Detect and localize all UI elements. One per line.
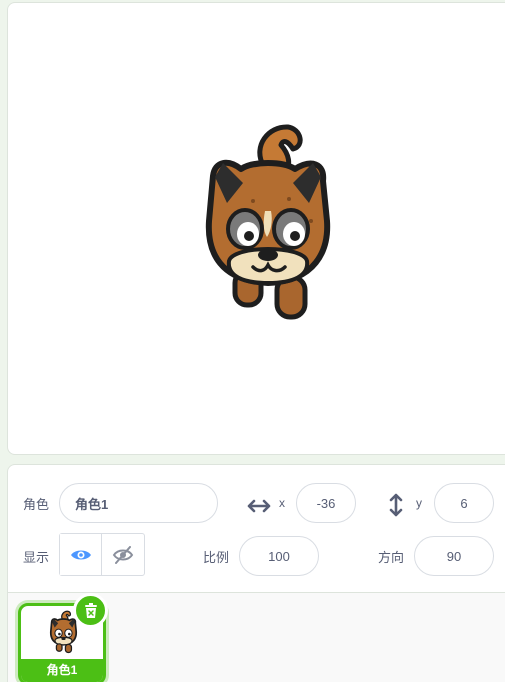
horizontal-arrows-icon [247, 499, 271, 513]
y-label: y [416, 496, 422, 510]
eye-icon [70, 550, 91, 559]
stage[interactable] [7, 2, 505, 455]
size-input[interactable] [239, 536, 319, 576]
show-label: 显示 [23, 550, 50, 565]
sprite-info-panel: 角色 x y 显示 [7, 464, 505, 682]
sprite-thumbnail-label: 角色1 [21, 659, 103, 682]
direction-input[interactable] [414, 536, 494, 576]
hide-button[interactable] [102, 534, 144, 575]
sprite-info-fields: 角色 x y 显示 [8, 465, 505, 592]
size-label: 比例 [203, 550, 230, 565]
show-button[interactable] [60, 534, 102, 575]
y-position-input[interactable] [434, 483, 494, 523]
trash-icon [84, 602, 97, 618]
x-label: x [279, 496, 285, 510]
dog-sprite[interactable] [193, 121, 343, 326]
delete-sprite-button[interactable] [73, 593, 108, 628]
direction-label: 方向 [378, 550, 405, 565]
eye-hidden-icon [112, 545, 134, 564]
vertical-arrows-icon [389, 493, 403, 517]
x-position-input[interactable] [296, 483, 356, 523]
visibility-toggle [59, 533, 145, 576]
sprite-label: 角色 [23, 497, 50, 512]
sprite-name-input[interactable] [59, 483, 218, 523]
